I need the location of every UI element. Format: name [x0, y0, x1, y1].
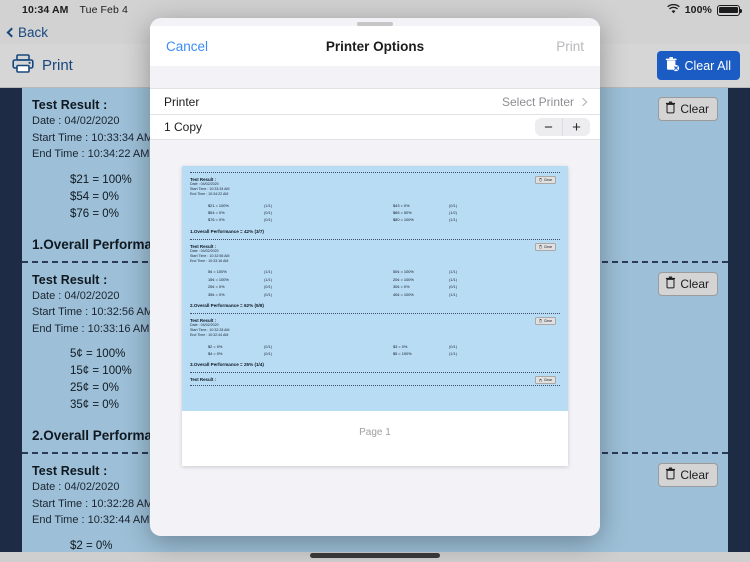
preview-block-meta: Date : 04/02/2020 Start Time : 10:32:56 … — [190, 249, 560, 265]
printer-icon — [12, 54, 34, 77]
status-bar: 10:34 AM Tue Feb 4 100% — [0, 0, 750, 20]
preview-column-left: $2 = 0% (0/1) $4 = 0% (0/1) — [190, 343, 375, 358]
copies-label: 1 Copy — [164, 120, 203, 134]
modal-gap — [150, 66, 600, 88]
preview-row: $4 = 0% (0/1) — [208, 351, 272, 357]
preview-row: 30¢ = 0% (0/1) — [393, 284, 457, 290]
preview-row: $43 = 0% (0/1) — [393, 202, 457, 208]
app-root: 10:34 AM Tue Feb 4 100% Back Print Clear… — [0, 0, 750, 562]
trash-x-icon — [664, 56, 680, 75]
trash-icon — [539, 378, 543, 383]
preview-columns: $21 = 100% (1/1) $54 = 0% (0/1) $76 = 0% (0/1… — [190, 202, 560, 224]
printer-options-modal: Cancel Printer Options Print Printer Sel… — [150, 18, 600, 536]
clear-all-button[interactable]: Clear All — [657, 51, 740, 80]
preview-clear-button: Clear — [535, 376, 556, 385]
back-button-label: Back — [18, 24, 49, 40]
printer-row-value: Select Printer — [501, 94, 574, 109]
preview-block: Test Result : Date : 04/02/2020 Start Ti… — [190, 172, 560, 240]
preview-column-left: $21 = 100% (1/1) $54 = 0% (0/1) $76 = 0% (0/1… — [190, 202, 375, 224]
preview-row: $76 = 0% (0/1) — [208, 217, 272, 223]
battery-percent: 100% — [684, 4, 712, 16]
preview-row: $80 = 100% (1/1) — [393, 217, 457, 223]
clear-button-label: Clear — [680, 102, 709, 116]
plus-icon[interactable]: + — [563, 118, 590, 136]
result-row: $2 = 0% — [70, 539, 113, 552]
chevron-right-icon — [578, 97, 588, 106]
preview-column-right: $43 = 0% (0/1) $65 = 50% (1/2) $80 = 100% (1/… — [375, 202, 560, 224]
print-confirm-button[interactable]: Print — [556, 39, 584, 54]
modal-title: Printer Options — [325, 38, 425, 54]
status-bar-time: 10:34 AM — [22, 4, 69, 16]
preview-block: Test Result : Date : 04/02/2020 Start Ti… — [190, 314, 560, 374]
wifi-icon — [666, 3, 680, 17]
clear-all-label: Clear All — [684, 58, 731, 73]
preview-overall: 1.Overall Performance = 42% (3/7) — [190, 228, 264, 234]
trash-icon — [539, 245, 543, 249]
preview-row: $2 = 0% (0/1) — [208, 343, 272, 349]
preview-clear-label: Clear — [543, 319, 552, 324]
preview-block-title: Test Result : — [190, 377, 217, 383]
battery-full-icon — [717, 4, 743, 16]
clear-button-label: Clear — [680, 276, 709, 291]
preview-column-left: 5¢ = 100% (1/1) 15¢ = 100% (1/1) 25¢ = 0% (0/… — [190, 268, 375, 298]
print-preview-area: Test Result : Date : 04/02/2020 Start Ti… — [150, 140, 600, 536]
trash-icon — [539, 319, 543, 323]
preview-columns: 5¢ = 100% (1/1) 15¢ = 100% (1/1) 25¢ = 0% (0/… — [190, 268, 560, 298]
preview-block: Test Result : Clear — [190, 373, 560, 387]
preview-column-right: 50¢ = 100% (1/1) 20¢ = 100% (1/1) 30¢ = 0% (0… — [375, 268, 560, 298]
printer-row-label: Printer — [164, 94, 200, 109]
trash-icon — [665, 276, 676, 292]
preview-row: $3 = 0% (0/1) — [393, 343, 457, 349]
status-bar-date: Tue Feb 4 — [79, 4, 128, 16]
preview-row: $65 = 50% (1/2) — [393, 210, 457, 216]
preview-block: Test Result : Date : 04/02/2020 Start Ti… — [190, 240, 560, 315]
preview-row: 25¢ = 0% (0/1) — [208, 284, 272, 290]
print-button-label: Print — [42, 57, 73, 74]
preview-overall: 2.Overall Performance = 62% (5/8) — [190, 303, 264, 309]
chevron-left-icon — [6, 27, 17, 37]
preview-row: 50¢ = 100% (1/1) — [393, 269, 457, 275]
page-number-label: Page 1 — [359, 427, 391, 438]
preview-row: $21 = 100% (1/1) — [208, 202, 272, 208]
preview-page[interactable]: Test Result : Date : 04/02/2020 Start Ti… — [182, 166, 568, 466]
trash-icon — [539, 178, 543, 182]
preview-row: $5 = 100% (1/1) — [393, 351, 457, 357]
preview-row: 20¢ = 100% (1/1) — [393, 276, 457, 282]
copies-stepper[interactable]: − + — [535, 118, 590, 136]
home-indicator — [310, 553, 440, 558]
preview-block-meta: Date : 04/02/2020 Start Time : 10:32:28 … — [190, 323, 560, 339]
preview-column-right: $3 = 0% (0/1) $5 = 100% (1/1) — [375, 343, 560, 358]
preview-row: 40¢ = 100% (1/1) — [393, 291, 457, 297]
clear-button[interactable]: Clear — [658, 271, 718, 296]
preview-row: 15¢ = 100% (1/1) — [208, 276, 272, 282]
printer-select-row[interactable]: Printer Select Printer — [150, 88, 600, 114]
print-button[interactable]: Print — [12, 54, 73, 77]
copies-row: 1 Copy − + — [150, 114, 600, 140]
preview-clear-label: Clear — [543, 178, 552, 182]
preview-clear-button: Clear — [535, 242, 556, 251]
back-button[interactable]: Back — [6, 24, 49, 40]
clear-button[interactable]: Clear — [658, 463, 718, 487]
preview-row: 35¢ = 0% (0/1) — [208, 291, 272, 297]
preview-clear-button: Clear — [535, 317, 556, 326]
clear-button[interactable]: Clear — [658, 97, 718, 121]
minus-icon[interactable]: − — [535, 118, 562, 136]
preview-clear-label: Clear — [543, 244, 552, 249]
preview-end-time: End Time : 10:32:44 AM — [190, 333, 229, 338]
preview-row: 5¢ = 100% (1/1) — [208, 269, 272, 275]
preview-clear-label: Clear — [543, 378, 552, 383]
trash-icon — [665, 101, 676, 117]
preview-end-time: End Time : 10:33:16 AM — [190, 259, 229, 264]
trash-icon — [665, 467, 676, 483]
preview-overall: 3.Overall Performance = 25% (1/4) — [190, 362, 264, 368]
modal-header: Cancel Printer Options Print — [150, 26, 600, 66]
preview-end-time: End Time : 10:34:22 AM — [190, 192, 229, 197]
preview-columns: $2 = 0% (0/1) $4 = 0% (0/1) $3 = 0% (0/1) $5 … — [190, 343, 560, 358]
clear-button-label: Clear — [680, 468, 709, 482]
result-rows: $2 = 0%$4 = 0% — [70, 538, 728, 553]
preview-row: $54 = 0% (0/1) — [208, 210, 272, 216]
preview-block-meta: Date : 04/02/2020 Start Time : 10:33:34 … — [190, 182, 560, 198]
preview-clear-button: Clear — [535, 176, 556, 184]
